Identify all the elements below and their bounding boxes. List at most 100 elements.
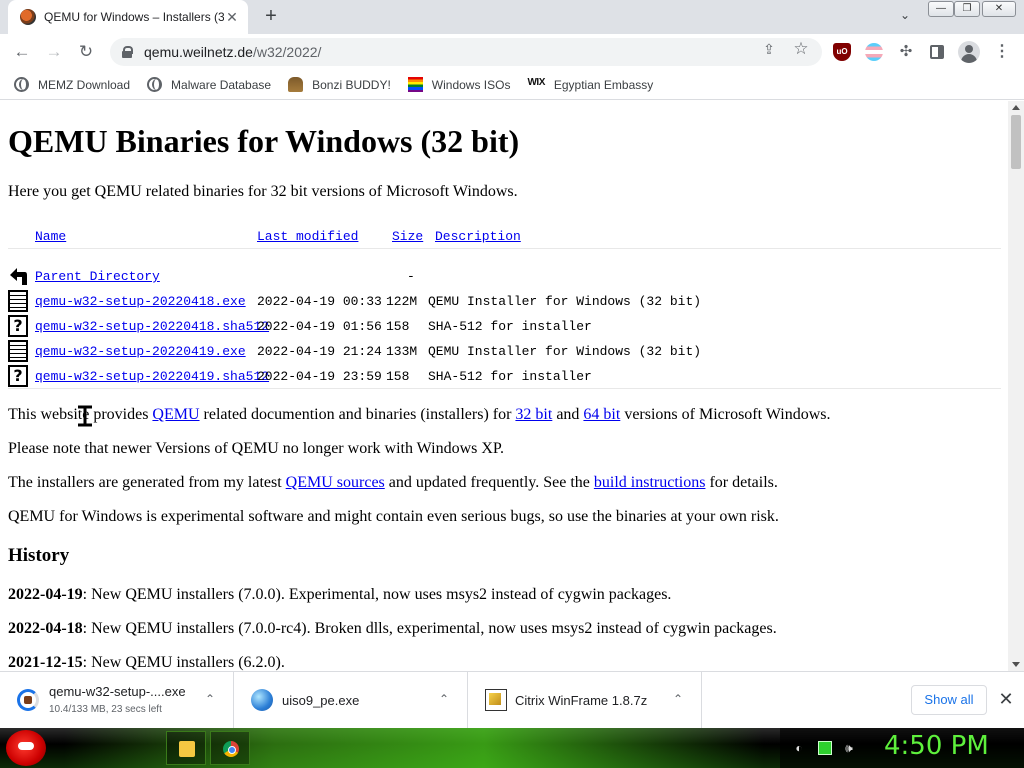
table-row: ? qemu-w32-setup-20220419.sha512 2022-04…: [8, 365, 1001, 394]
new-tab-button[interactable]: +: [260, 6, 282, 28]
xp-note: Please note that newer Versions of QEMU …: [8, 440, 505, 457]
show-all-downloads-button[interactable]: Show all: [911, 685, 987, 715]
ublock-origin-icon[interactable]: uO: [833, 43, 851, 61]
share-icon[interactable]: ⇪: [760, 40, 778, 58]
unknown-file-icon: ?: [8, 365, 28, 387]
sources-text: and updated frequently. See the: [384, 474, 594, 491]
tray-misc-icon[interactable]: ◐: [792, 741, 806, 755]
parent-directory-link[interactable]: Parent Directory: [35, 269, 160, 284]
bookmark-label: Windows ISOs: [431, 77, 511, 92]
lock-icon[interactable]: [122, 46, 133, 58]
tab-qemu[interactable]: QEMU for Windows – Installers (3 ✕: [8, 0, 248, 34]
installer-file-icon: [251, 689, 273, 711]
download-item-qemu[interactable]: qemu-w32-setup-....exe 10.4/133 MB, 23 s…: [0, 672, 234, 729]
file-size: 122M: [386, 294, 418, 309]
about-text: and: [552, 406, 584, 423]
restore-button[interactable]: ❐: [954, 1, 980, 17]
history-entry: 2022-04-18: New QEMU installers (7.0.0-r…: [8, 620, 777, 638]
bookmark-windows-isos[interactable]: Windows ISOs: [407, 77, 511, 92]
globe-icon: [14, 77, 29, 92]
chrome-menu-icon[interactable]: ⋮: [993, 43, 1011, 61]
file-modified: 2022-04-19 23:59: [257, 369, 382, 384]
browser-toolbar: ← → ↻ qemu.weilnetz.de/w32/2022/ ⇪ ☆ uO …: [0, 34, 1024, 70]
file-link[interactable]: qemu-w32-setup-20220419.exe: [35, 344, 246, 359]
bookmark-star-icon[interactable]: ☆: [792, 40, 810, 58]
download-filename: uiso9_pe.exe: [282, 693, 360, 708]
32-bit-link[interactable]: 32 bit: [515, 406, 552, 423]
side-panel-icon[interactable]: [930, 45, 944, 59]
back-button[interactable]: ←: [10, 40, 34, 64]
download-item-uiso[interactable]: uiso9_pe.exe ⌃: [234, 672, 468, 729]
file-modified: 2022-04-19 21:24: [257, 344, 382, 359]
sort-by-name-link[interactable]: Name: [35, 229, 66, 245]
history-entry: 2022-04-19: New QEMU installers (7.0.0).…: [8, 586, 671, 604]
taskbar-clock[interactable]: 4:50 PM: [884, 731, 989, 761]
bookmark-label: MEMZ Download: [38, 77, 131, 92]
history-text: : New QEMU installers (6.2.0).: [82, 654, 285, 671]
chevron-up-icon[interactable]: ⌃: [437, 692, 451, 706]
bookmark-egyptian-embassy[interactable]: WIX Egyptian Embassy: [527, 77, 653, 92]
parent-size: -: [407, 269, 415, 284]
start-button-angry-bird-icon[interactable]: [6, 730, 46, 766]
download-status: 10.4/133 MB, 23 secs left: [49, 704, 162, 715]
history-heading: History: [8, 545, 70, 566]
reload-button[interactable]: ↻: [74, 40, 98, 64]
taskbar-chrome-button[interactable]: [210, 731, 250, 765]
taskbar-explorer-button[interactable]: [166, 731, 206, 765]
build-instructions-link[interactable]: build instructions: [594, 474, 706, 491]
tab-close-icon[interactable]: ✕: [224, 9, 240, 26]
close-download-shelf-icon[interactable]: ✕: [997, 688, 1015, 710]
sort-by-size-link[interactable]: Size: [392, 229, 423, 245]
sort-by-modified-link[interactable]: Last modified: [257, 229, 358, 245]
about-text: versions of Microsoft Windows.: [620, 406, 831, 423]
page-title: QEMU Binaries for Windows (32 bit): [8, 123, 520, 159]
file-link[interactable]: qemu-w32-setup-20220418.exe: [35, 294, 246, 309]
extensions-puzzle-icon[interactable]: ✣: [897, 43, 915, 61]
qemu-favicon-icon: [20, 9, 36, 25]
volume-icon[interactable]: 🕪: [842, 741, 856, 755]
chevron-up-icon[interactable]: ⌃: [203, 692, 217, 706]
bookmark-label: Egyptian Embassy: [553, 77, 654, 92]
history-date: 2022-04-19: [8, 586, 83, 603]
qemu-link[interactable]: QEMU: [152, 406, 199, 423]
download-item-citrix[interactable]: Citrix WinFrame 1.8.7z ⌃: [468, 672, 702, 729]
history-date: 2021-12-15: [8, 654, 83, 671]
table-row: qemu-w32-setup-20220418.exe 2022-04-19 0…: [8, 290, 1001, 319]
trans-flag-extension-icon[interactable]: [865, 43, 883, 61]
page-scrollbar[interactable]: [1008, 101, 1024, 671]
address-bar[interactable]: qemu.weilnetz.de/w32/2022/: [110, 38, 822, 66]
64-bit-link[interactable]: 64 bit: [583, 406, 620, 423]
sort-by-description-link[interactable]: Description: [435, 229, 521, 245]
binary-file-icon: [8, 290, 28, 312]
file-description: QEMU Installer for Windows (32 bit): [428, 294, 702, 309]
sources-text: for details.: [705, 474, 778, 491]
chevron-up-icon[interactable]: ⌃: [671, 692, 685, 706]
forward-button[interactable]: →: [42, 40, 66, 64]
bookmark-memz[interactable]: MEMZ Download: [14, 77, 130, 92]
file-size: 133M: [386, 344, 418, 359]
bookmark-malware-database[interactable]: Malware Database: [147, 77, 271, 92]
file-size: 158: [386, 319, 410, 334]
url-path: /w32/2022/: [252, 44, 322, 60]
bookmark-bonzi-buddy[interactable]: Bonzi BUDDY!: [288, 77, 391, 92]
window-close-button[interactable]: ✕: [982, 1, 1016, 17]
profile-avatar-icon[interactable]: [958, 41, 980, 63]
archive-file-icon: [485, 689, 507, 711]
sources-text: The installers are generated from my lat…: [8, 474, 286, 491]
listing-top-rule: [8, 248, 1001, 249]
network-icon[interactable]: [818, 741, 832, 755]
bookmark-label: Bonzi BUDDY!: [312, 77, 391, 92]
history-text: : New QEMU installers (7.0.0-rc4). Broke…: [82, 620, 777, 637]
minimize-button[interactable]: —: [928, 1, 954, 17]
text-cursor-icon: [78, 405, 92, 427]
file-description: QEMU Installer for Windows (32 bit): [428, 344, 702, 359]
tab-search-icon[interactable]: ⌄: [896, 8, 914, 26]
file-link[interactable]: qemu-w32-setup-20220419.sha512: [35, 369, 269, 384]
bookmark-label: Malware Database: [171, 77, 272, 92]
scroll-down-arrow-icon[interactable]: [1012, 662, 1020, 667]
qemu-sources-link[interactable]: QEMU sources: [286, 474, 385, 491]
file-link[interactable]: qemu-w32-setup-20220418.sha512: [35, 319, 269, 334]
file-modified: 2022-04-19 00:33: [257, 294, 382, 309]
scrollbar-thumb[interactable]: [1011, 115, 1021, 169]
scroll-up-arrow-icon[interactable]: [1012, 105, 1020, 110]
